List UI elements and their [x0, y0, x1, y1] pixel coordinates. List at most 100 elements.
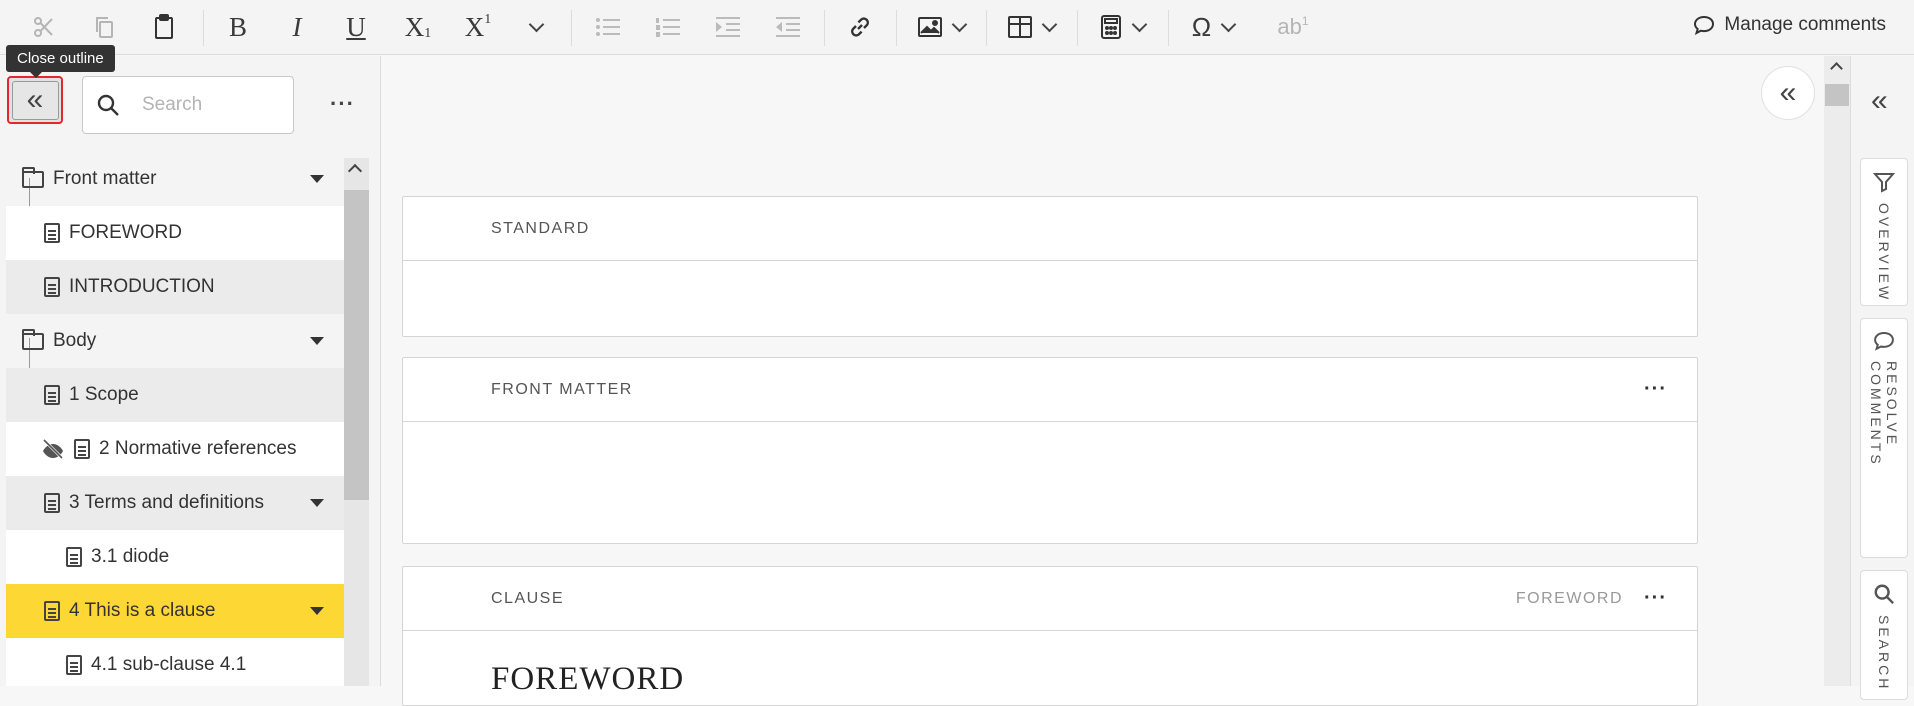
document-icon [44, 277, 60, 297]
outline-search-box[interactable] [82, 76, 294, 134]
toolbar-separator [203, 10, 204, 46]
more-formatting-dropdown[interactable] [526, 9, 546, 45]
outline-item-this-is-a-clause[interactable]: 4 This is a clause [6, 584, 344, 638]
scroll-up-icon[interactable] [347, 163, 363, 179]
footnote-button[interactable]: ab 1 [1276, 9, 1310, 45]
caret-down-icon[interactable] [310, 499, 324, 507]
hidden-eye-icon [42, 438, 64, 460]
double-chevron-left-icon: « [1871, 84, 1888, 117]
comment-icon [1874, 331, 1894, 351]
caret-down-icon[interactable] [310, 337, 324, 345]
block-more-button[interactable]: ··· [1644, 378, 1667, 401]
expand-panel-button[interactable]: « [1761, 66, 1815, 120]
copy-button[interactable] [88, 9, 120, 45]
calculator-icon [1100, 15, 1121, 39]
chevron-down-icon [1131, 16, 1147, 32]
outdent-button[interactable] [774, 9, 802, 45]
caret-down-icon[interactable] [310, 607, 324, 615]
bullet-list-icon [596, 18, 620, 36]
document-icon [66, 547, 82, 567]
link-icon [851, 17, 869, 37]
cut-button[interactable] [28, 9, 60, 45]
outline-item-diode[interactable]: 3.1 diode [6, 530, 344, 584]
outline-item-body[interactable]: Body [6, 314, 344, 368]
outline-item-sub-clause[interactable]: 4.1 sub-clause 4.1 [6, 638, 344, 686]
numbered-list-icon [656, 18, 680, 37]
bullet-list-button[interactable] [594, 9, 622, 45]
toolbar-separator [571, 10, 572, 46]
indent-button[interactable] [714, 9, 742, 45]
outdent-icon [776, 17, 800, 37]
outline-tree: Front matter FOREWORD INTRODUCTION Body … [6, 158, 344, 686]
tab-resolve-comments[interactable]: RESOLVE COMMENTS [1860, 318, 1908, 558]
block-tag: FOREWORD [1515, 590, 1623, 607]
outline-item-terms-and-definitions[interactable]: 3 Terms and definitions [6, 476, 344, 530]
outline-scrollbar[interactable] [344, 158, 369, 686]
filter-icon [1873, 173, 1895, 193]
scrollbar-thumb[interactable] [1825, 84, 1849, 106]
collapse-side-panel-button[interactable]: « [1871, 84, 1888, 118]
block-header: CLAUSE FOREWORD ··· [403, 567, 1697, 631]
bold-button[interactable]: B [224, 9, 252, 45]
copy-icon [96, 17, 113, 38]
scrollbar-thumb[interactable] [344, 190, 369, 500]
document-icon [74, 439, 90, 459]
document-scrollbar[interactable] [1824, 56, 1850, 686]
outline-panel: « ··· Front matter FOREWORD INTRODUCTION… [0, 56, 381, 686]
outline-item-introduction[interactable]: INTRODUCTION [6, 260, 344, 314]
close-outline-button[interactable]: « [7, 76, 63, 124]
document-icon [44, 385, 60, 405]
insert-table-dropdown[interactable] [1002, 9, 1060, 45]
tab-overview[interactable]: OVERVIEW [1860, 158, 1908, 306]
document-canvas: STANDARD FRONT MATTER ··· CLAUSE FOREWOR… [382, 56, 1824, 706]
tab-search[interactable]: SEARCH [1860, 570, 1908, 700]
scroll-up-icon[interactable] [1830, 62, 1843, 75]
comment-icon [1694, 15, 1715, 35]
toolbar-separator [896, 10, 897, 46]
paste-button[interactable] [148, 9, 180, 45]
folder-icon [22, 328, 44, 350]
document-icon [66, 655, 82, 675]
document-icon [44, 493, 60, 513]
document-icon [44, 223, 60, 243]
folder-icon [22, 166, 44, 188]
italic-button[interactable]: I [283, 9, 311, 45]
search-input[interactable] [142, 94, 272, 116]
numbered-list-button[interactable] [654, 9, 682, 45]
image-icon [917, 17, 942, 37]
outline-more-button[interactable]: ··· [330, 91, 355, 117]
subscript-button[interactable]: X1 [401, 9, 435, 45]
block-more-button[interactable]: ··· [1644, 587, 1667, 610]
search-icon [97, 94, 119, 116]
clipboard-icon [155, 14, 173, 39]
block-header: STANDARD [403, 197, 1697, 261]
chevron-down-icon [528, 16, 544, 32]
table-icon [1007, 16, 1032, 38]
chevron-down-icon [951, 16, 967, 32]
standard-block[interactable]: STANDARD [402, 196, 1698, 337]
superscript-button[interactable]: X1 [461, 9, 495, 45]
outline-item-normative-references[interactable]: 2 Normative references [6, 422, 344, 476]
omega-icon: Ω [1191, 11, 1212, 42]
outline-item-scope[interactable]: 1 Scope [6, 368, 344, 422]
clause-block[interactable]: CLAUSE FOREWORD ··· FOREWORD [402, 566, 1698, 706]
toolbar-separator [1077, 10, 1078, 46]
special-characters-dropdown[interactable]: Ω [1184, 9, 1242, 45]
insert-link-button[interactable] [845, 9, 875, 45]
clause-title[interactable]: FOREWORD [403, 631, 1697, 698]
toolbar-separator [824, 10, 825, 46]
outline-item-foreword[interactable]: FOREWORD [6, 206, 344, 260]
outline-item-front-matter[interactable]: Front matter [6, 158, 344, 206]
close-outline-tooltip: Close outline [6, 45, 115, 78]
editor-toolbar: B I U X1 X1 Ω ab 1 Manage comments [0, 0, 1914, 55]
double-chevron-left-icon: « [1779, 76, 1797, 109]
chevron-down-icon [1220, 16, 1237, 32]
insert-image-dropdown[interactable] [912, 9, 970, 45]
front-matter-block[interactable]: FRONT MATTER ··· [402, 357, 1698, 544]
insert-formula-dropdown[interactable] [1093, 9, 1151, 45]
underline-button[interactable]: U [342, 9, 370, 45]
manage-comments-button[interactable]: Manage comments [1693, 14, 1886, 36]
toolbar-separator [1168, 10, 1169, 46]
caret-down-icon[interactable] [310, 175, 324, 183]
search-icon [1874, 584, 1895, 605]
